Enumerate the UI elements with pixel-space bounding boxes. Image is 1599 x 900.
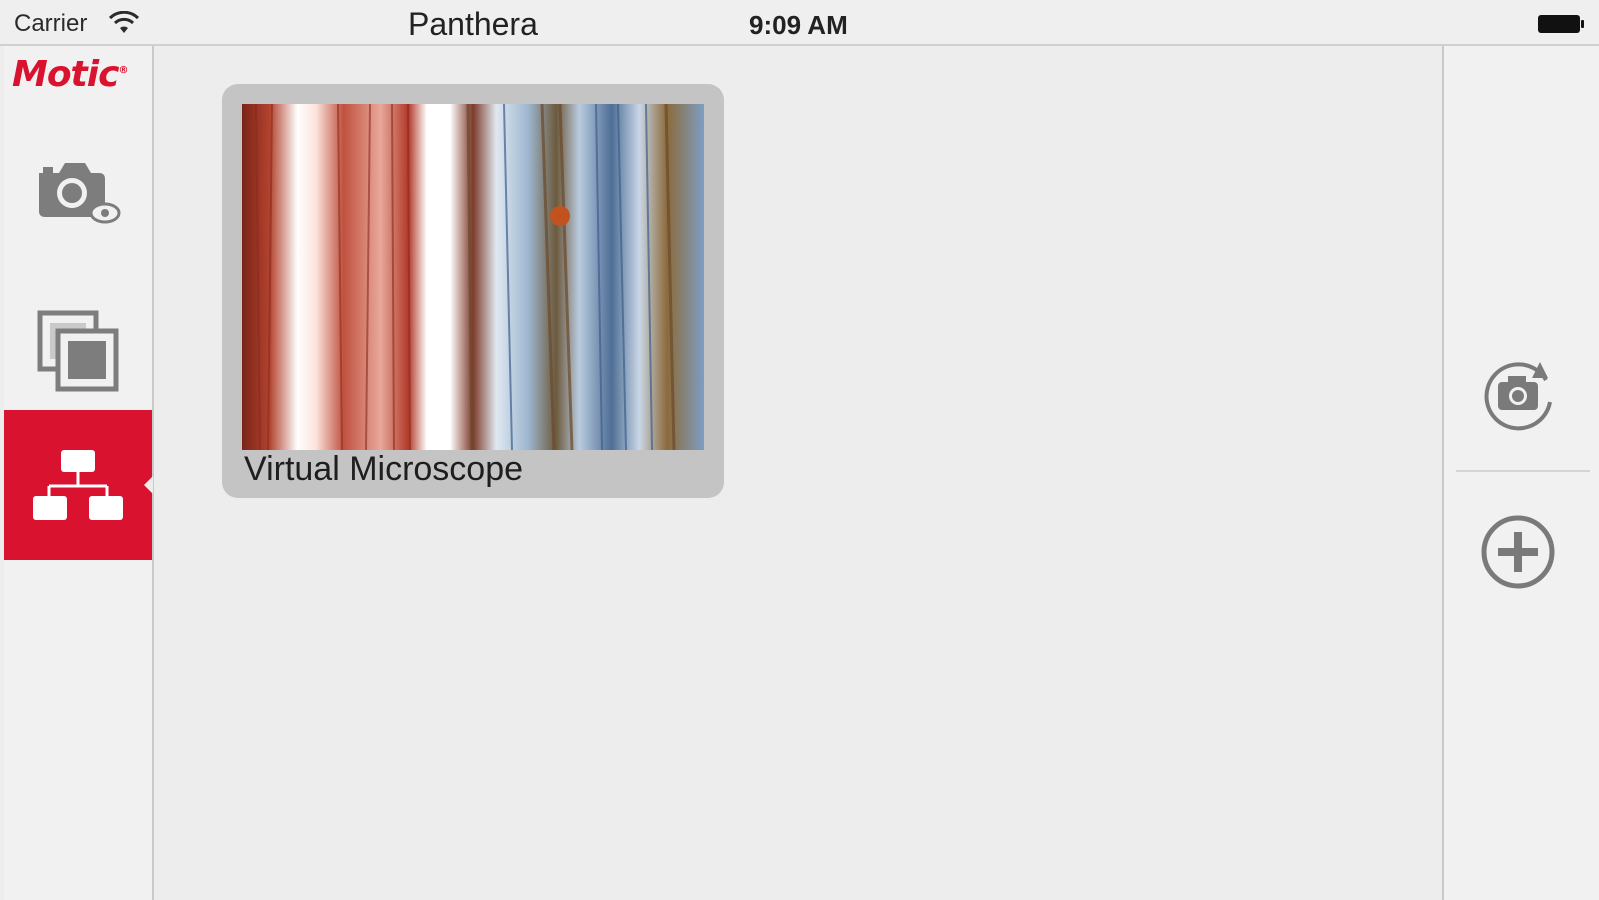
- status-bar: Carrier Panthera 9:09 AM: [0, 0, 1599, 46]
- sidebar-item-gallery[interactable]: [4, 276, 152, 426]
- wifi-icon: [109, 11, 139, 33]
- clock: 9:09 AM: [749, 10, 848, 40]
- refresh-camera-button[interactable]: [1474, 350, 1562, 438]
- camera-eye-icon: [39, 163, 121, 224]
- gallery-icon: [37, 310, 119, 392]
- app-title: Panthera: [408, 6, 538, 42]
- network-icon: [33, 450, 123, 520]
- right-panel: [1442, 46, 1599, 900]
- battery-icon: [1538, 15, 1584, 33]
- sidebar-item-network[interactable]: [4, 410, 153, 560]
- microscope-thumbnail: [242, 104, 704, 450]
- motic-logo: Motic®: [12, 54, 128, 95]
- device-list: Virtual Microscope: [156, 46, 1442, 900]
- device-label: Virtual Microscope: [244, 450, 524, 488]
- panel-divider: [1456, 470, 1590, 472]
- carrier-label: Carrier: [14, 10, 88, 37]
- sidebar-item-camera[interactable]: [4, 116, 152, 266]
- device-card[interactable]: Virtual Microscope: [222, 84, 724, 498]
- plus-circle-icon: [1481, 515, 1555, 589]
- sidebar: Motic®: [4, 46, 154, 900]
- camera-refresh-icon: [1484, 362, 1552, 431]
- add-device-button[interactable]: [1474, 508, 1562, 596]
